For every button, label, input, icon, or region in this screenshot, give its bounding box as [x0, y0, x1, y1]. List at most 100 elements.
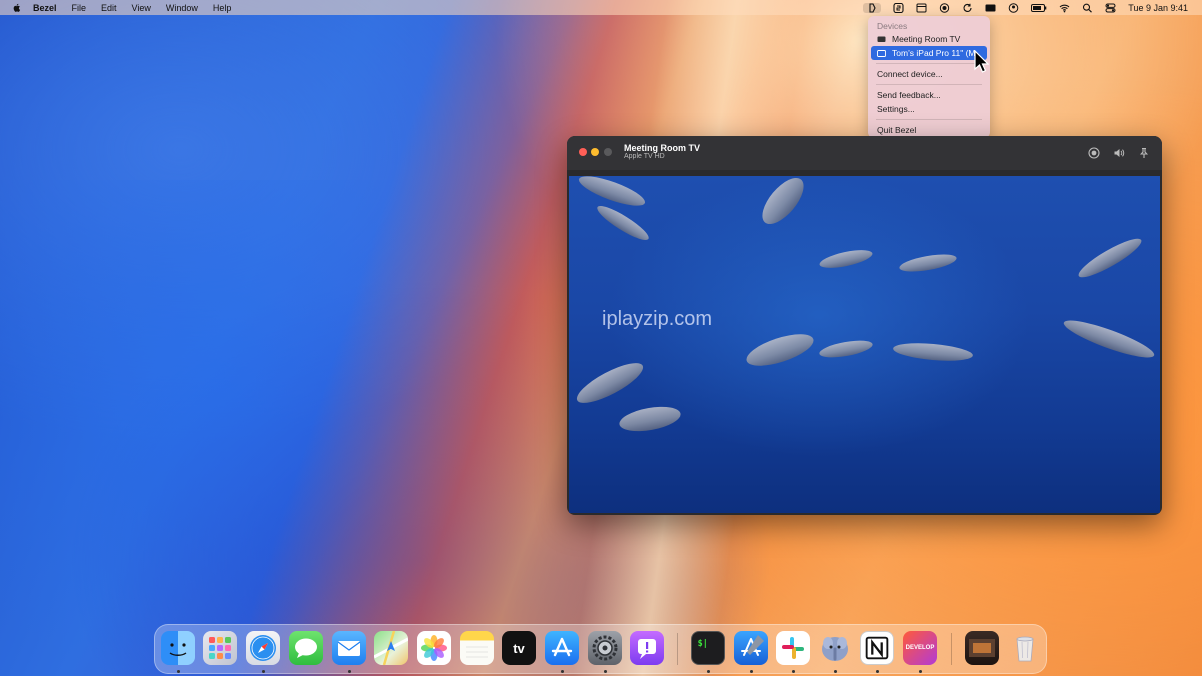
apple-icon[interactable] — [11, 2, 23, 14]
video-watermark: iplayzip.com — [602, 308, 713, 330]
window-subtitle: Apple TV HD — [624, 153, 665, 160]
minimize-button[interactable] — [591, 148, 599, 156]
record-icon[interactable] — [939, 2, 950, 13]
card-icon[interactable] — [985, 3, 996, 13]
running-indicator — [348, 670, 351, 673]
ipad-icon — [877, 49, 886, 57]
wifi-icon[interactable] — [1059, 3, 1070, 13]
speaker-icon — [1114, 149, 1125, 157]
bezel-window: Meeting Room TV Apple TV HD iplayzip.com — [567, 136, 1162, 515]
connect-device-item[interactable]: Connect device... — [868, 67, 990, 81]
trash-icon[interactable] — [1008, 631, 1042, 665]
menu-bar: Bezel File Edit View Window Help Tue 9 J… — [0, 0, 1202, 15]
menu-edit[interactable]: Edit — [101, 3, 117, 13]
dolphin-shape — [1074, 233, 1146, 283]
bezel-icon[interactable] — [863, 2, 882, 13]
dock: tv $| DEVELOP — [154, 624, 1047, 674]
record-button[interactable] — [1088, 146, 1100, 159]
close-button[interactable] — [579, 148, 587, 156]
dolphin-shape — [892, 340, 974, 364]
window-titlebar[interactable]: Meeting Room TV Apple TV HD — [567, 136, 1162, 170]
dolphin-shape — [572, 355, 648, 411]
svg-text:$|: $| — [698, 638, 708, 648]
device-toms-ipad[interactable]: Tom’s iPad Pro 11" (M — [871, 46, 987, 60]
pin-icon — [1139, 147, 1149, 158]
control-center-icon[interactable] — [1105, 3, 1116, 13]
menu-help[interactable]: Help — [213, 3, 232, 13]
menu-app-name[interactable]: Bezel — [33, 3, 57, 13]
account-icon[interactable] — [1008, 2, 1019, 13]
launchpad-icon[interactable] — [203, 631, 237, 665]
wallpaper-shade — [0, 180, 560, 676]
maps-icon[interactable] — [374, 631, 408, 665]
menu-window[interactable]: Window — [166, 3, 198, 13]
dolphin-shape — [1060, 314, 1158, 364]
zoom-button[interactable] — [604, 148, 612, 156]
dolphin-shape — [593, 201, 653, 245]
running-indicator — [876, 670, 879, 673]
menu-separator — [876, 119, 982, 120]
volume-button[interactable] — [1113, 146, 1125, 158]
calendar-icon[interactable] — [916, 3, 927, 13]
messages-icon[interactable] — [289, 631, 323, 665]
running-indicator — [177, 670, 180, 673]
safari-icon[interactable] — [246, 631, 280, 665]
running-indicator — [604, 670, 607, 673]
device-label: Tom’s iPad Pro 11" (M — [892, 48, 976, 58]
running-indicator — [707, 670, 710, 673]
settings-item[interactable]: Settings... — [868, 102, 990, 116]
feedback-assistant-icon[interactable] — [630, 631, 664, 665]
tableplus-icon[interactable] — [818, 631, 852, 665]
mail-icon[interactable] — [332, 631, 366, 665]
slack-icon[interactable] — [776, 631, 810, 665]
shazam-icon[interactable] — [893, 2, 904, 13]
apple-tv-icon[interactable]: tv — [502, 631, 536, 665]
dolphin-shape — [818, 337, 874, 361]
record-icon — [1088, 147, 1100, 159]
device-label: Meeting Room TV — [892, 34, 961, 44]
bezel-dropdown-menu: Devices Meeting Room TV Tom’s iPad Pro 1… — [868, 16, 990, 138]
quit-bezel-item[interactable]: Quit Bezel — [868, 123, 990, 137]
tv-icon — [877, 36, 886, 42]
dolphin-shape — [898, 251, 958, 275]
terminal-icon[interactable]: $| — [691, 631, 725, 665]
devices-header: Devices — [877, 21, 908, 31]
dock-separator — [951, 633, 952, 665]
system-settings-icon[interactable] — [588, 631, 622, 665]
running-indicator — [750, 670, 753, 673]
menu-file[interactable]: File — [72, 3, 87, 13]
notes-icon[interactable] — [460, 631, 494, 665]
app-store-icon[interactable] — [545, 631, 579, 665]
screenshot-stack-icon[interactable] — [965, 631, 999, 665]
running-indicator — [792, 670, 795, 673]
tv-label: tv — [513, 640, 525, 656]
menu-separator — [876, 63, 982, 64]
device-meeting-room-tv[interactable]: Meeting Room TV — [868, 32, 990, 46]
send-feedback-item[interactable]: Send feedback... — [868, 88, 990, 102]
running-indicator — [834, 670, 837, 673]
menu-clock[interactable]: Tue 9 Jan 9:41 — [1128, 3, 1188, 13]
photos-icon[interactable] — [417, 631, 451, 665]
running-indicator — [919, 670, 922, 673]
battery-icon[interactable] — [1031, 3, 1047, 13]
pin-button[interactable] — [1138, 146, 1150, 158]
dolphin-shape — [743, 327, 817, 373]
dolphin-shape — [617, 402, 683, 436]
running-indicator — [262, 670, 265, 673]
mouse-cursor-icon — [974, 50, 989, 73]
video-stream[interactable]: iplayzip.com — [569, 176, 1160, 513]
refresh-icon[interactable] — [962, 3, 973, 13]
menu-separator — [876, 84, 982, 85]
status-tray: Tue 9 Jan 9:41 — [863, 0, 1188, 15]
develop-label: DEVELOP — [905, 645, 935, 651]
xcode-icon[interactable] — [734, 631, 768, 665]
notion-icon[interactable] — [860, 631, 894, 665]
search-icon[interactable] — [1082, 3, 1093, 13]
menu-view[interactable]: View — [132, 3, 151, 13]
running-indicator — [561, 670, 564, 673]
window-title: Meeting Room TV — [624, 143, 700, 153]
dolphin-shape — [818, 246, 874, 272]
develop-icon[interactable]: DEVELOP — [903, 631, 937, 665]
finder-icon[interactable] — [161, 631, 195, 665]
dolphin-shape — [755, 176, 811, 231]
